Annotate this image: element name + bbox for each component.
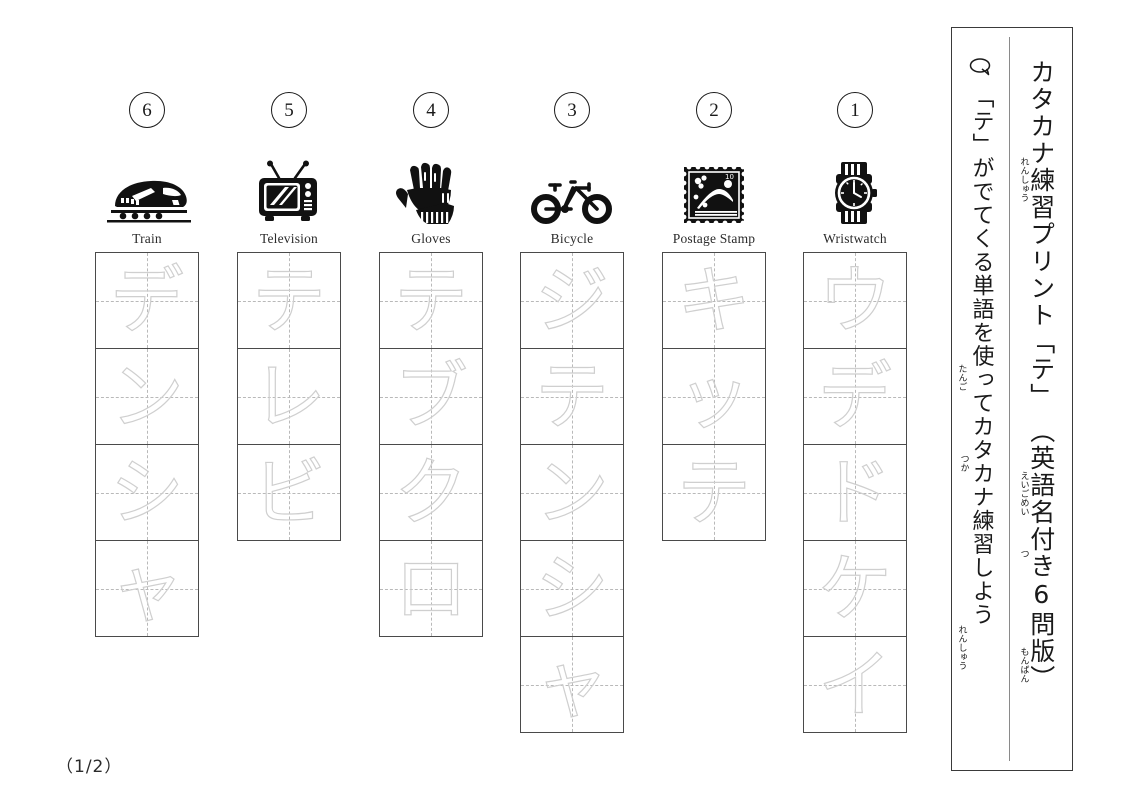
tracing-cell[interactable]: レ [238, 349, 340, 445]
tracing-cell[interactable]: デ [96, 253, 198, 349]
worksheet-page: 6 Train デンシャ 5 Television テ レ ビ 4 Gloves… [0, 0, 1123, 794]
tracing-cell[interactable]: ウ [804, 253, 906, 349]
trace-character: テ [393, 257, 468, 344]
problem-column-1: 1 Wristwatch ウデドケイ [803, 92, 907, 733]
tracing-grid: テレビ [237, 252, 341, 541]
trace-character: シ [534, 545, 609, 632]
ruby-tango: たんご [956, 364, 967, 391]
trace-character: シ [109, 449, 184, 536]
trace-character: テ [676, 449, 751, 536]
ruby-tsuki: つ [1018, 549, 1029, 558]
tracing-cell[interactable]: ク [380, 445, 482, 541]
bicycle-icon [520, 154, 624, 226]
trace-character: ン [109, 353, 184, 440]
tracing-cell[interactable]: ッ [663, 349, 765, 445]
trace-character: ロ [393, 545, 468, 632]
trace-character: ブ [393, 353, 468, 440]
word-label-english: Gloves [411, 231, 451, 246]
wristwatch-icon [803, 154, 907, 226]
television-icon [237, 154, 341, 226]
tracing-cell[interactable]: デ [804, 349, 906, 445]
word-label-english: Television [259, 231, 319, 246]
tracing-cell[interactable]: ビ [238, 445, 340, 541]
title-panel: 「テ」がでてくる単語を使ってカタカナ練習しよう たんご つか れんしゅう カタカ… [951, 27, 1073, 771]
word-label-english: Postage Stamp [672, 231, 756, 246]
problem-column-6: 6 Train デンシャ [95, 92, 199, 637]
ruby-monban: もんばん [1018, 647, 1029, 683]
trace-character: ビ [251, 449, 326, 536]
word-label-english: Wristwatch [823, 231, 887, 246]
train-icon [95, 154, 199, 226]
tracing-cell[interactable]: ャ [521, 637, 623, 733]
tracing-cell[interactable]: ブ [380, 349, 482, 445]
problem-column-5: 5 Television テレビ [237, 92, 341, 541]
tracing-grid: ジテンシャ [520, 252, 624, 733]
problem-number-badge: 6 [129, 92, 165, 128]
tracing-cell[interactable]: テ [521, 349, 623, 445]
trace-character: ャ [534, 641, 609, 728]
problem-number-badge: 3 [554, 92, 590, 128]
problem-column-3: 3 Bicycle ジテンシャ [520, 92, 624, 733]
title-main-column: カタカナ練習プリント「テ」 （英語名付き6問版） れんしゅう えいごめい つ も… [1009, 37, 1072, 761]
tracing-cell[interactable]: シ [96, 445, 198, 541]
postage-stamp-icon: 10 [662, 154, 766, 226]
problem-number-badge: 4 [413, 92, 449, 128]
title-subtitle-column: 「テ」がでてくる単語を使ってカタカナ練習しよう たんご つか れんしゅう [952, 37, 1009, 761]
tracing-cell[interactable]: テ [380, 253, 482, 349]
trace-character: デ [817, 353, 892, 440]
trace-character: キ [676, 257, 751, 344]
problem-number-badge: 5 [271, 92, 307, 128]
title-subtitle-text: 「テ」がでてくる単語を使ってカタカナ練習しよう [968, 86, 994, 627]
trace-character: ン [534, 449, 609, 536]
word-label-english: Train [132, 231, 162, 246]
problem-number-badge: 1 [837, 92, 873, 128]
ruby-renshuu-2: れんしゅう [956, 625, 967, 670]
speech-bubble-icon [968, 57, 994, 82]
tracing-cell[interactable]: ン [96, 349, 198, 445]
tracing-cell[interactable]: ャ [96, 541, 198, 637]
trace-character: イ [817, 641, 892, 728]
tracing-cell[interactable]: ロ [380, 541, 482, 637]
trace-character: ャ [109, 545, 184, 632]
ruby-eigomei: えいごめい [1018, 471, 1029, 516]
tracing-cell[interactable]: ド [804, 445, 906, 541]
trace-character: ク [393, 449, 468, 536]
tracing-cell[interactable]: ジ [521, 253, 623, 349]
title-main-text: カタカナ練習プリント「テ」 [1026, 59, 1056, 410]
tracing-cell[interactable]: シ [521, 541, 623, 637]
problem-column-2: 2 10 Postage Stamp キッテ [662, 92, 766, 541]
tracing-cell[interactable]: テ [238, 253, 340, 349]
problem-column-4: 4 Gloves テブクロ [379, 92, 483, 637]
tracing-grid: ウデドケイ [803, 252, 907, 733]
trace-character: ド [817, 449, 892, 536]
problem-number-badge: 2 [696, 92, 732, 128]
tracing-grid: キッテ [662, 252, 766, 541]
svg-text:10: 10 [725, 173, 734, 181]
gloves-icon [379, 154, 483, 226]
tracing-cell[interactable]: ケ [804, 541, 906, 637]
ruby-tsuka: つか [958, 454, 969, 472]
trace-character: ウ [817, 257, 892, 344]
trace-character: ッ [676, 353, 751, 440]
trace-character: テ [251, 257, 326, 344]
ruby-renshuu-1: れんしゅう [1018, 157, 1029, 202]
trace-character: ジ [534, 257, 609, 344]
trace-character: テ [534, 353, 609, 440]
word-label-english: Bicycle [550, 231, 594, 246]
tracing-cell[interactable]: テ [663, 445, 765, 541]
tracing-cell[interactable]: キ [663, 253, 765, 349]
tracing-cell[interactable]: ン [521, 445, 623, 541]
trace-character: レ [251, 353, 326, 440]
page-number: （1/2） [56, 757, 123, 777]
trace-character: デ [109, 257, 184, 344]
title-paren-text: （英語名付き6問版） [1026, 418, 1056, 692]
trace-character: ケ [817, 545, 892, 632]
tracing-grid: テブクロ [379, 252, 483, 637]
tracing-grid: デンシャ [95, 252, 199, 637]
tracing-cell[interactable]: イ [804, 637, 906, 733]
